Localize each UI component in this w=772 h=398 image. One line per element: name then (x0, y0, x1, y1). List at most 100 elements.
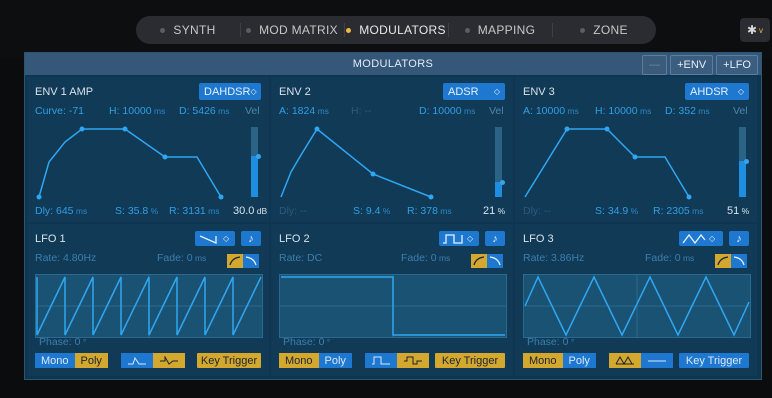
env-param[interactable]: R: 2305 ms (653, 205, 703, 217)
settings-button[interactable]: ✱ v (740, 18, 770, 42)
lfo-fade[interactable]: Fade: 0 ms (645, 252, 694, 264)
mono-button[interactable]: Mono (523, 353, 563, 368)
velocity-value: 51 % (727, 205, 749, 217)
velocity-slider[interactable] (495, 127, 505, 197)
env-3-cell: ENV 3 AHDSR ◇ A: 10000 ms H: 10000 ms D: … (515, 77, 757, 222)
loop-button[interactable] (153, 353, 185, 368)
waveform-select[interactable]: ◇ (195, 231, 235, 246)
triangle-wave-icon (682, 233, 706, 244)
lfo-rate[interactable]: Rate: 4.80Hz (35, 252, 96, 264)
add-lfo-button[interactable]: +LFO (716, 55, 758, 75)
note-sync-button[interactable]: ♪ (729, 231, 749, 246)
envelope-node[interactable] (162, 154, 168, 160)
chevron-updown-icon: ◇ (709, 234, 716, 243)
fade-in-button[interactable] (227, 254, 243, 268)
one-shot-button[interactable] (121, 353, 153, 368)
param-value: S: 9.4 (353, 205, 381, 217)
envelope-curve (524, 128, 690, 198)
remove-modulator-button[interactable]: — (642, 55, 668, 75)
tab-mod-matrix[interactable]: MOD MATRIX (240, 16, 344, 44)
fade-in-button[interactable] (715, 254, 731, 268)
velocity-knob[interactable] (256, 154, 261, 159)
tab-zone[interactable]: ZONE (552, 16, 656, 44)
velocity-value: 30.0 dB (233, 205, 267, 217)
velocity-knob[interactable] (500, 180, 505, 185)
note-sync-button[interactable]: ♪ (485, 231, 505, 246)
fade-out-button[interactable] (243, 254, 259, 268)
envelope-node[interactable] (564, 126, 570, 132)
env-param[interactable]: Dly: -- (279, 205, 307, 217)
key-trigger-button[interactable]: Key Trigger (435, 353, 505, 368)
tab-mapping[interactable]: MAPPING (448, 16, 552, 44)
loop-button[interactable] (641, 353, 673, 368)
lfo-fade[interactable]: Fade: 0 ms (401, 252, 450, 264)
chevron-updown-icon: ◇ (467, 234, 474, 243)
gear-icon: ✱ (746, 23, 758, 37)
waveform-select[interactable]: ◇ (679, 231, 723, 246)
note-sync-button[interactable]: ♪ (241, 231, 261, 246)
one-shot-triangle-icon (615, 356, 634, 365)
poly-button[interactable]: Poly (562, 353, 596, 368)
envelope-graph[interactable] (271, 77, 513, 222)
mono-button[interactable]: Mono (279, 353, 319, 368)
one-shot-button[interactable] (609, 353, 641, 368)
fade-in-icon (473, 256, 485, 266)
tab-dot (160, 27, 166, 33)
tab-label: MOD MATRIX (259, 23, 338, 37)
velocity-knob[interactable] (744, 159, 749, 164)
mono-button[interactable]: Mono (35, 353, 75, 368)
envelope-graph[interactable] (27, 77, 269, 222)
velocity-unit: % (739, 206, 750, 216)
tab-synth[interactable]: SYNTH (136, 16, 240, 44)
loop-button[interactable] (397, 353, 429, 368)
lfo-phase[interactable]: Phase: 0 ° (39, 336, 86, 348)
envelope-node[interactable] (36, 194, 42, 200)
param-unit: % (148, 206, 159, 216)
poly-button[interactable]: Poly (318, 353, 352, 368)
velocity-number: 51 (727, 205, 740, 217)
param-value: R: 378 (407, 205, 438, 217)
panel-header-buttons: — +ENV +LFO (642, 53, 761, 75)
env-param[interactable]: R: 3131 ms (169, 205, 219, 217)
tab-modulators[interactable]: MODULATORS (344, 16, 448, 44)
env-param[interactable]: Dly: -- (523, 205, 551, 217)
env-param[interactable]: Dly: 645 ms (35, 205, 87, 217)
tab-dot (246, 27, 252, 33)
envelope-node[interactable] (632, 154, 638, 160)
lfo-waveform (524, 275, 750, 337)
fade-out-icon (489, 256, 501, 266)
env-param[interactable]: S: 35.8 % (115, 205, 158, 217)
one-shot-button[interactable] (365, 353, 397, 368)
key-trigger-button[interactable]: Key Trigger (679, 353, 749, 368)
envelope-node[interactable] (428, 194, 434, 200)
envelope-node[interactable] (122, 126, 128, 132)
envelope-graph[interactable] (515, 77, 757, 222)
envelope-node[interactable] (79, 126, 85, 132)
key-trigger-button[interactable]: Key Trigger (197, 353, 261, 368)
lfo-phase[interactable]: Phase: 0 ° (527, 336, 574, 348)
envelope-node[interactable] (686, 194, 692, 200)
fade-out-button[interactable] (731, 254, 747, 268)
env-param[interactable]: R: 378 ms (407, 205, 452, 217)
velocity-slider[interactable] (251, 127, 261, 197)
fade-in-button[interactable] (471, 254, 487, 268)
add-env-button[interactable]: +ENV (670, 55, 714, 75)
velocity-slider[interactable] (739, 127, 749, 197)
envelope-node[interactable] (604, 126, 610, 132)
note-icon: ♪ (492, 232, 498, 245)
poly-button[interactable]: Poly (74, 353, 108, 368)
envelope-node[interactable] (314, 126, 320, 132)
lfo-fade[interactable]: Fade: 0 ms (157, 252, 206, 264)
lfo-phase[interactable]: Phase: 0 ° (283, 336, 330, 348)
lfo-rate[interactable]: Rate: 3.86Hz (523, 252, 584, 264)
fade-in-icon (229, 256, 241, 266)
lfo-rate[interactable]: Rate: DC (279, 252, 322, 264)
modulators-panel: MODULATORS — +ENV +LFO ENV 1 AMP DAHDSR ◇… (24, 52, 762, 380)
waveform-select[interactable]: ◇ (439, 231, 479, 246)
env-param[interactable]: S: 9.4 % (353, 205, 390, 217)
envelope-node[interactable] (218, 194, 224, 200)
note-icon: ♪ (248, 232, 254, 245)
envelope-node[interactable] (370, 171, 376, 177)
env-param[interactable]: S: 34.9 % (595, 205, 638, 217)
fade-out-button[interactable] (487, 254, 503, 268)
